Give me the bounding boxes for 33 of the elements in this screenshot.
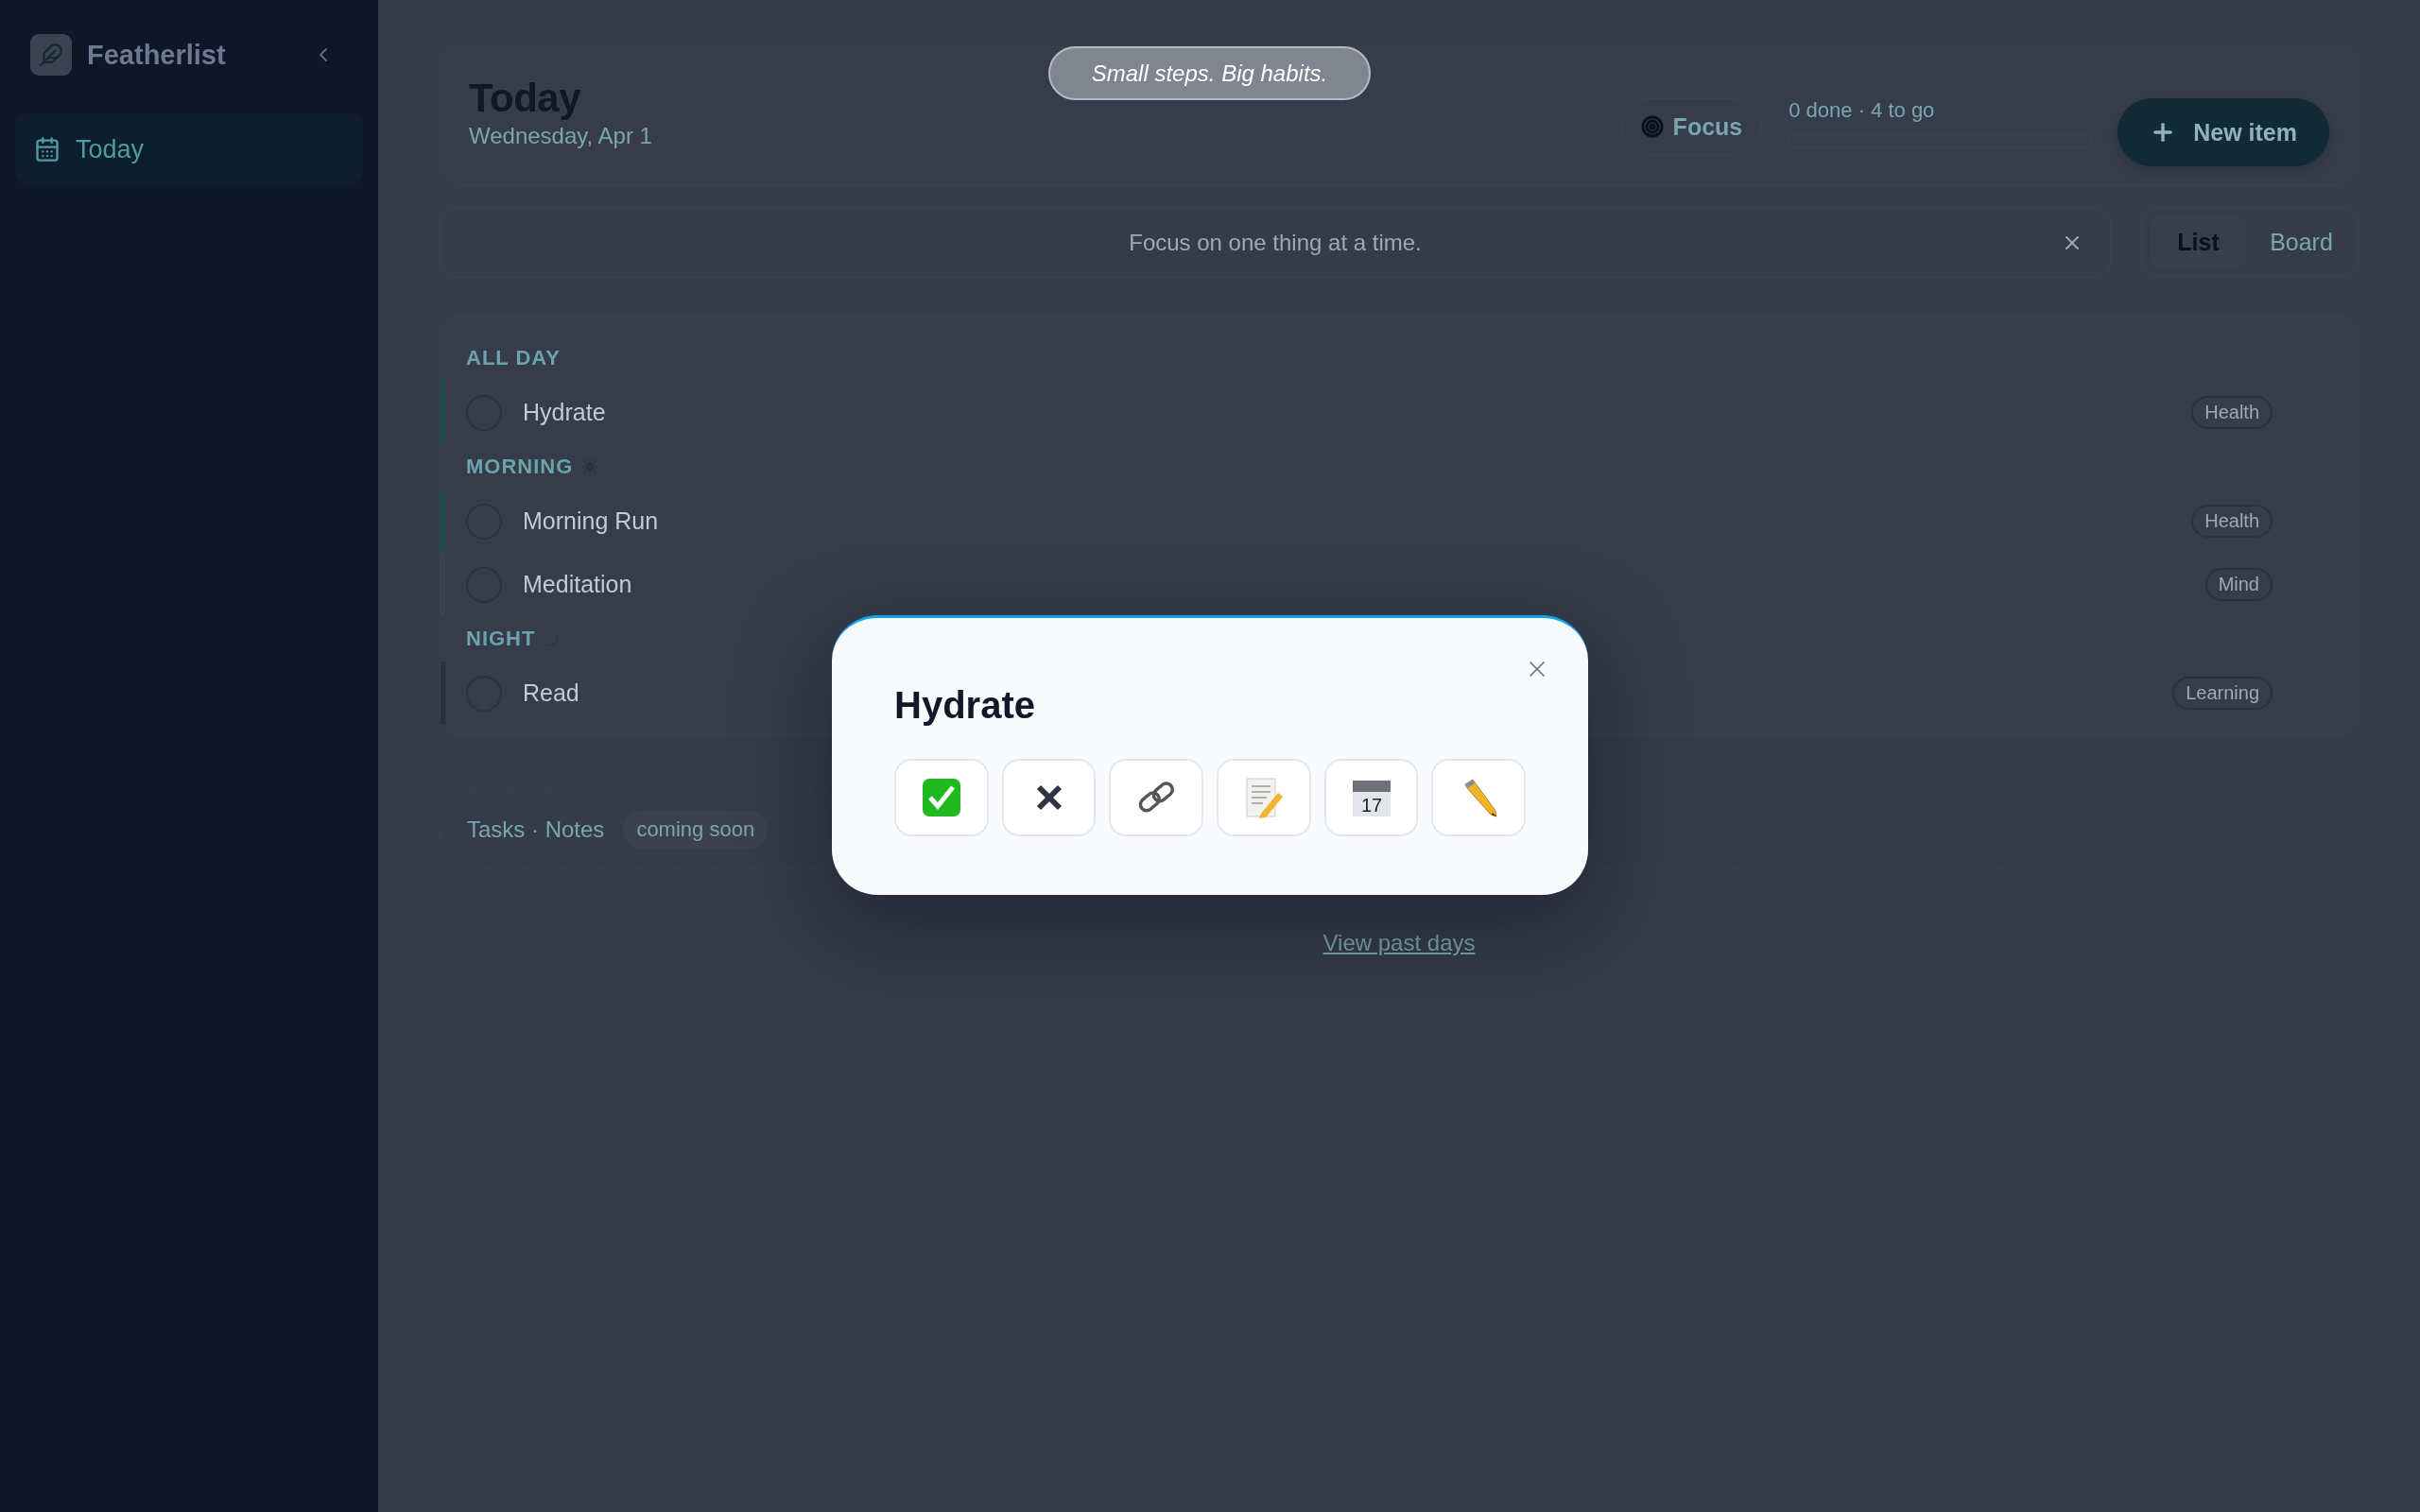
section-title: MORNING — [466, 455, 574, 479]
calendar-icon — [34, 136, 60, 163]
date-text: Wednesday, Apr 1 — [469, 123, 652, 149]
task-title: Meditation — [523, 571, 633, 598]
category-tag: Health — [2191, 396, 2273, 429]
target-icon — [1640, 115, 1664, 138]
focus-button[interactable]: Focus — [1620, 98, 1763, 155]
task-title: Read — [523, 679, 580, 707]
toast-message: Small steps. Big habits. — [1048, 46, 1371, 100]
dialog-title: Hydrate — [894, 684, 1036, 727]
section-title: ALL DAY — [466, 346, 561, 370]
view-tab[interactable]: Board — [2253, 216, 2350, 267]
cross-icon — [1034, 783, 1063, 812]
checkmark-icon — [921, 778, 961, 817]
action-button[interactable] — [1109, 759, 1203, 836]
view-past-days-link[interactable]: View past days — [1322, 930, 1476, 956]
coming-soon-badge: coming soon — [623, 810, 769, 850]
category-tag: Learning — [2172, 677, 2273, 710]
action-button[interactable] — [1001, 759, 1097, 836]
memo-pencil-icon — [1243, 776, 1284, 819]
section-title: NIGHT — [466, 627, 536, 651]
tip-text: Focus on one thing at a time. — [1129, 230, 1422, 256]
app-name: Featherlist — [87, 39, 227, 71]
action-button[interactable]: 17 — [1323, 759, 1419, 836]
task-title: Morning Run — [523, 507, 660, 535]
new-item-button[interactable]: New item — [2118, 98, 2329, 166]
footer-text: Tasks · Notes — [467, 816, 605, 843]
category-tag: Health — [2191, 505, 2273, 538]
category-tag: Mind — [2204, 568, 2273, 601]
task-title: Hydrate — [523, 399, 607, 426]
feather-logo-icon — [30, 34, 72, 76]
sidebar-item[interactable]: Today — [15, 113, 363, 185]
progress-text: 0 done · 4 to go — [1789, 98, 1936, 123]
